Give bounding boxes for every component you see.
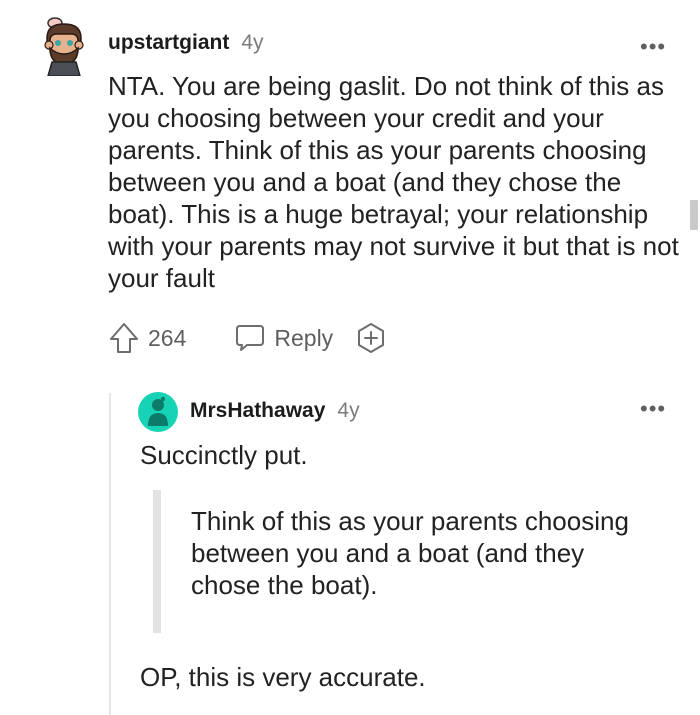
blockquote: Think of this as your parents choosing b… bbox=[191, 506, 629, 600]
comment-actions: 264 Reply bbox=[108, 320, 387, 356]
award-button[interactable] bbox=[355, 322, 387, 354]
award-icon[interactable] bbox=[355, 322, 387, 354]
reply-text-2: OP, this is very accurate. bbox=[140, 662, 426, 692]
avatar[interactable] bbox=[38, 16, 90, 77]
upvote-icon[interactable] bbox=[108, 321, 140, 355]
reply-label: Reply bbox=[274, 324, 334, 351]
thread-line[interactable] bbox=[109, 393, 111, 715]
reply-icon[interactable] bbox=[234, 323, 266, 353]
more-icon[interactable]: ••• bbox=[640, 398, 666, 420]
reply-button[interactable]: Reply bbox=[234, 323, 333, 353]
blockquote-bar bbox=[153, 490, 161, 633]
comment-age: 4y bbox=[241, 31, 264, 54]
comment-username[interactable]: upstartgiant bbox=[108, 31, 229, 55]
reply-age: 4y bbox=[337, 399, 360, 422]
reply-text: Succinctly put. bbox=[140, 440, 308, 470]
scrollbar-thumb[interactable] bbox=[690, 200, 698, 230]
reply-username[interactable]: MrsHathaway bbox=[190, 399, 325, 423]
reply-avatar[interactable] bbox=[138, 392, 178, 432]
upvote-count: 264 bbox=[148, 324, 187, 351]
upvote-button[interactable]: 264 bbox=[108, 321, 186, 355]
comment-body: NTA. You are being gaslit. Do not think … bbox=[108, 71, 679, 293]
more-icon[interactable]: ••• bbox=[640, 36, 666, 58]
